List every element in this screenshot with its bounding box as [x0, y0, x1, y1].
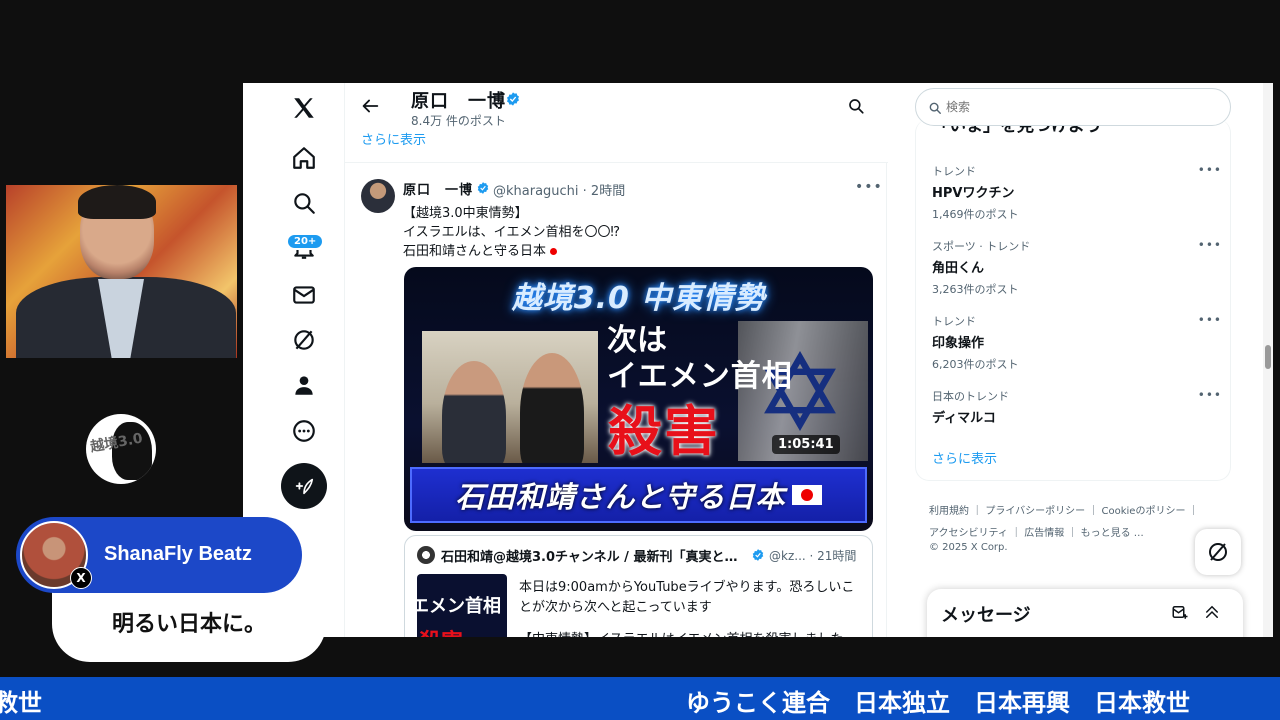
footer-links: 利用規約 ｜ プライバシーポリシー ｜ Cookieのポリシー ｜ アクセシビリ… [929, 501, 1229, 545]
video-photo [422, 331, 598, 463]
search-icon [929, 102, 941, 114]
trend-more-icon[interactable]: ••• [1198, 313, 1222, 327]
profile-header: 原口 一博 8.4万 件のポスト さらに表示 [345, 83, 888, 163]
verified-icon [477, 182, 489, 194]
grok-icon [1209, 543, 1227, 561]
verified-icon [507, 92, 519, 106]
quoted-tweet[interactable]: 石田和靖@越境3.0チャンネル / 最新刊「真実と… @kz... · 21時間… [404, 535, 873, 637]
japan-flag-icon [550, 248, 558, 255]
scrollbar-thumb[interactable] [1265, 345, 1271, 369]
trend-item[interactable]: トレンド 印象操作 6,203件のポスト ••• [932, 313, 1222, 372]
right-sidebar: 「いま」を見つけよう トレンド HPVワクチン 1,469件のポスト ••• ス… [913, 83, 1273, 637]
video-thumbnail[interactable]: 越境3.0 中東情勢 次は イエメン首相 殺害 1:05:41 石田和靖さんと守… [404, 267, 873, 531]
ticker-text: 救世 [0, 689, 42, 717]
video-headline-3: 殺害 [608, 400, 720, 463]
avatar[interactable] [361, 179, 395, 213]
verified-icon [752, 549, 764, 561]
quote-author-handle[interactable]: @kz... · 21時間 [769, 547, 856, 564]
mail-icon[interactable] [287, 278, 321, 312]
compose-post-button[interactable] [281, 463, 327, 509]
video-title: 越境3.0 中東情勢 [511, 281, 766, 316]
x-logo-icon: X [70, 567, 92, 589]
trends-show-more-link[interactable]: さらに表示 [932, 448, 997, 467]
messages-title: メッセージ [941, 605, 1031, 626]
tweet-author-name[interactable]: 原口 一博 [403, 179, 473, 198]
post-count: 8.4万 件のポスト [411, 114, 506, 128]
avatar[interactable] [417, 546, 435, 564]
trend-item[interactable]: トレンド HPVワクチン 1,469件のポスト ••• [932, 163, 1222, 222]
trend-item[interactable]: スポーツ · トレンド 角田くん 3,263件のポスト ••• [932, 238, 1222, 297]
new-message-icon[interactable] [1171, 603, 1189, 621]
home-icon[interactable] [287, 141, 321, 175]
tweet-text-line: イスラエルは、イエメン首相を〇〇⁉ [403, 225, 621, 240]
more-icon[interactable] [287, 414, 321, 448]
show-more-link[interactable]: さらに表示 [361, 129, 426, 148]
x-browser-window: 20+ 原口 一博 8.4万 件のポスト さらに表示 原口 一博 @kharag… [243, 83, 1273, 637]
profile-icon[interactable] [287, 368, 321, 402]
chat-message-bubble: 明るい日本に。 [52, 584, 326, 662]
news-ticker: 救世 ゆうこく連合 日本独立 日本再興 日本救世 [0, 677, 1280, 720]
webcam-feed [6, 185, 237, 358]
tweet-text-line: 石田和靖さんと守る日本 [403, 240, 558, 259]
quote-text-line: 本日は9:00amからYouTubeライブやります。恐ろしいこ [519, 580, 855, 595]
channel-logo: 越境3.0 [86, 414, 156, 484]
x-logo-icon[interactable] [287, 91, 321, 125]
japan-flag-icon [791, 485, 822, 505]
search-icon[interactable] [847, 97, 865, 115]
profile-name: 原口 一博 [411, 91, 506, 112]
quote-author-name[interactable]: 石田和靖@越境3.0チャンネル / 最新刊「真実と… [441, 546, 749, 565]
video-duration: 1:05:41 [772, 435, 840, 454]
footer-links-line[interactable]: 利用規約 ｜ プライバシーポリシー ｜ Cookieのポリシー ｜ [929, 501, 1229, 523]
tweet-author-handle[interactable]: @kharaguchi · 2時間 [493, 180, 625, 199]
trends-panel: 「いま」を見つけよう トレンド HPVワクチン 1,469件のポスト ••• ス… [915, 119, 1231, 481]
notifications-badge: 20+ [286, 233, 325, 250]
chat-user-bar: X ShanaFly Beatz [16, 517, 302, 593]
quote-text-line: 【中東情勢】イスラエルはイエメン首相を殺害しました [519, 628, 843, 637]
quote-text-line: とが次から次へと起こっています [519, 600, 712, 615]
back-arrow-icon[interactable] [359, 95, 381, 117]
stream-stage: 20+ 原口 一博 8.4万 件のポスト さらに表示 原口 一博 @kharag… [0, 0, 1280, 720]
copyright: © 2025 X Corp. [929, 542, 1008, 553]
compose-icon [295, 478, 314, 495]
search-input[interactable] [946, 97, 1216, 117]
ticker-text: ゆうこく連合 日本独立 日本再興 日本救世 [686, 689, 1190, 717]
messages-drawer[interactable]: メッセージ [927, 589, 1243, 637]
chevron-up-icon[interactable] [1203, 603, 1221, 621]
tweet-text-line: 【越境3.0中東情勢】 [403, 206, 528, 221]
scrollbar[interactable] [1263, 83, 1273, 637]
profile-timeline: 原口 一博 8.4万 件のポスト さらに表示 原口 一博 @kharaguchi… [344, 83, 888, 637]
trend-more-icon[interactable]: ••• [1198, 388, 1222, 402]
chat-user-name: ShanaFly Beatz [104, 543, 252, 565]
video-banner: 石田和靖さんと守る日本 [410, 467, 867, 523]
chat-message: 明るい日本に。 [111, 612, 266, 637]
grok-button[interactable] [1195, 529, 1241, 575]
trend-more-icon[interactable]: ••• [1198, 238, 1222, 252]
grok-icon[interactable] [287, 323, 321, 357]
search-icon[interactable] [287, 186, 321, 220]
tweet-more-icon[interactable]: ••• [855, 179, 883, 195]
trend-item[interactable]: 日本のトレンド ディマルコ ••• [932, 388, 1222, 426]
trend-more-icon[interactable]: ••• [1198, 163, 1222, 177]
search-bar[interactable] [915, 88, 1231, 126]
quote-thumbnail[interactable]: エメン首相 殺害 [417, 574, 507, 637]
